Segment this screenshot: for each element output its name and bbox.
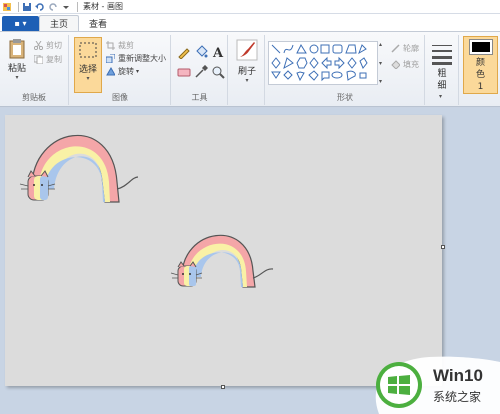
copy-button[interactable]: 复制 [34,53,62,65]
brushes-label: 刷子 [237,67,256,77]
save-icon[interactable] [22,2,32,12]
copy-icon [34,54,43,64]
select-label: 选择 [78,65,97,75]
chevron-down-icon: ▾ [86,75,90,82]
ribbon: 粘贴 ▾ 剪切 复制 剪贴板 选择 ▾ 裁剪 重新调整大小 旋转 ▾ 图像 A … [0,31,500,107]
size-label: 粗细 [437,69,447,91]
rotate-icon [106,66,115,75]
window-title: 素材 - 画图 [83,2,123,11]
fill-bucket-icon[interactable] [194,45,208,59]
image-group: 选择 ▾ 裁剪 重新调整大小 旋转 ▾ 图像 [70,35,171,105]
copy-label: 复制 [46,54,62,64]
select-button[interactable]: 选择 ▾ [74,37,102,93]
fill-label: 填充 [403,59,419,69]
pencil-icon[interactable] [177,45,191,59]
paste-label: 粘贴 [7,64,26,74]
divider [18,1,19,12]
crop-button[interactable]: 裁剪 [106,39,166,51]
more-shapes-icon[interactable]: ▾ [379,78,387,85]
text-tool-icon[interactable]: A [211,45,225,59]
divider [77,1,78,12]
crop-icon [106,40,115,50]
scroll-up-icon[interactable]: ▴ [379,41,387,48]
title-bar: 素材 - 画图 [0,0,500,14]
rainbow-cat-drawing [19,134,139,203]
file-menu-button[interactable]: ▪ ▾ [2,16,39,31]
rotate-label: 旋转 [118,66,134,76]
cut-button[interactable]: 剪切 [34,39,62,51]
tools-group: A 工具 [172,35,228,105]
chevron-down-icon: ▾ [15,74,19,81]
clipboard-group-label: 剪贴板 [22,93,46,102]
undo-icon[interactable] [35,2,45,12]
drawing-canvas[interactable] [5,115,442,386]
color1-swatch [469,40,492,54]
brushes-group: 刷子 ▾ [229,35,265,105]
outline-icon [391,43,400,53]
windows-logo-icon [376,362,422,408]
resize-handle-right[interactable] [441,245,445,249]
watermark-subtitle: 系统之家 [433,390,482,404]
svg-text:A: A [212,46,224,59]
resize-label: 重新调整大小 [118,53,166,63]
color-picker-icon[interactable] [194,65,208,79]
shapes-icons [271,43,368,82]
selection-icon [79,42,97,58]
clipboard-group: 粘贴 ▾ 剪切 复制 剪贴板 [0,35,69,105]
rainbow-cat-drawing [170,234,274,288]
scissors-icon [34,40,43,50]
resize-icon [106,53,115,63]
tab-home[interactable]: 主页 [39,15,80,31]
chevron-down-icon: ▾ [245,77,249,84]
color1-label: 颜色 1 [475,58,485,92]
ribbon-tabs: ▪ ▾ 主页 查看 [0,14,500,31]
tools-group-label: 工具 [191,93,208,102]
watermark-logo: Win10 系统之家 [359,352,500,414]
line-size-icon [432,45,452,65]
crop-label: 裁剪 [118,40,134,50]
brush-icon [236,39,258,61]
fill-icon [391,59,400,69]
paint-app-icon [2,2,12,12]
shapes-group: ▴ ▾ ▾ 轮廓 填充 形状 [266,35,425,105]
chevron-down-icon: ▾ [136,67,140,75]
cut-label: 剪切 [46,40,62,50]
brushes-button[interactable]: 刷子 ▾ [234,39,260,84]
image-group-label: 图像 [112,93,128,102]
color1-button[interactable]: 颜色 1 [463,36,498,94]
customize-quick-access-icon[interactable] [61,2,71,12]
size-group[interactable]: 粗细 ▾ [426,35,459,105]
eraser-icon[interactable] [177,65,191,79]
redo-icon[interactable] [48,2,58,12]
clipboard-icon [9,39,25,59]
shapes-group-label: 形状 [337,93,353,102]
shapes-gallery[interactable] [268,41,378,85]
resize-handle-bottom[interactable] [221,385,225,389]
scroll-down-icon[interactable]: ▾ [379,60,387,67]
outline-button[interactable]: 轮廓 [391,42,419,54]
resize-button[interactable]: 重新调整大小 [106,52,166,64]
tab-view[interactable]: 查看 [79,15,117,31]
fill-button[interactable]: 填充 [391,58,419,70]
rotate-button[interactable]: 旋转 ▾ [106,65,166,77]
chevron-down-icon: ▾ [439,93,443,100]
watermark-brand: Win10 [433,366,483,385]
paste-button[interactable]: 粘贴 ▾ [5,39,29,83]
magnifier-icon[interactable] [211,65,225,79]
outline-label: 轮廓 [403,43,419,53]
